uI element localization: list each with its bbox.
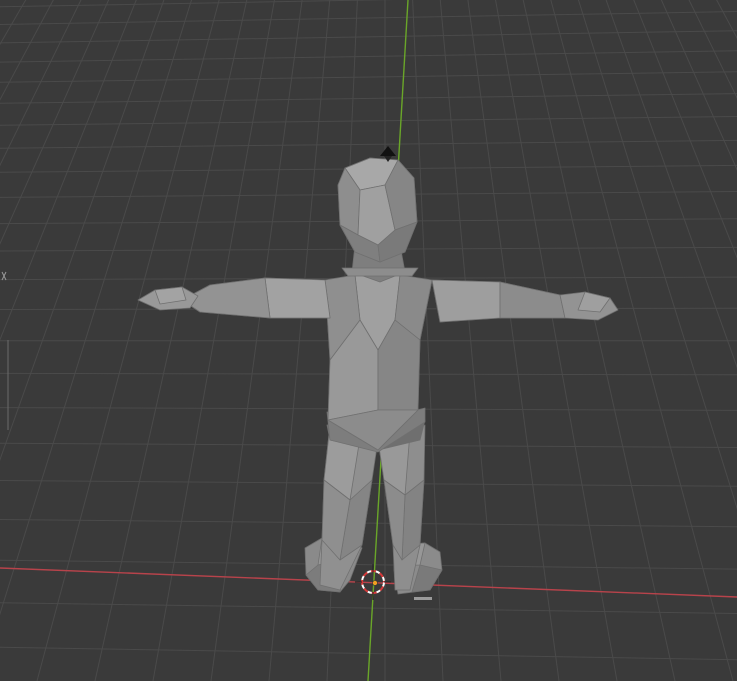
viewport-canvas[interactable]: [0, 0, 737, 681]
foot-marker: [414, 597, 432, 600]
3d-viewport[interactable]: [0, 0, 737, 681]
origin-dot-icon[interactable]: [372, 580, 378, 586]
